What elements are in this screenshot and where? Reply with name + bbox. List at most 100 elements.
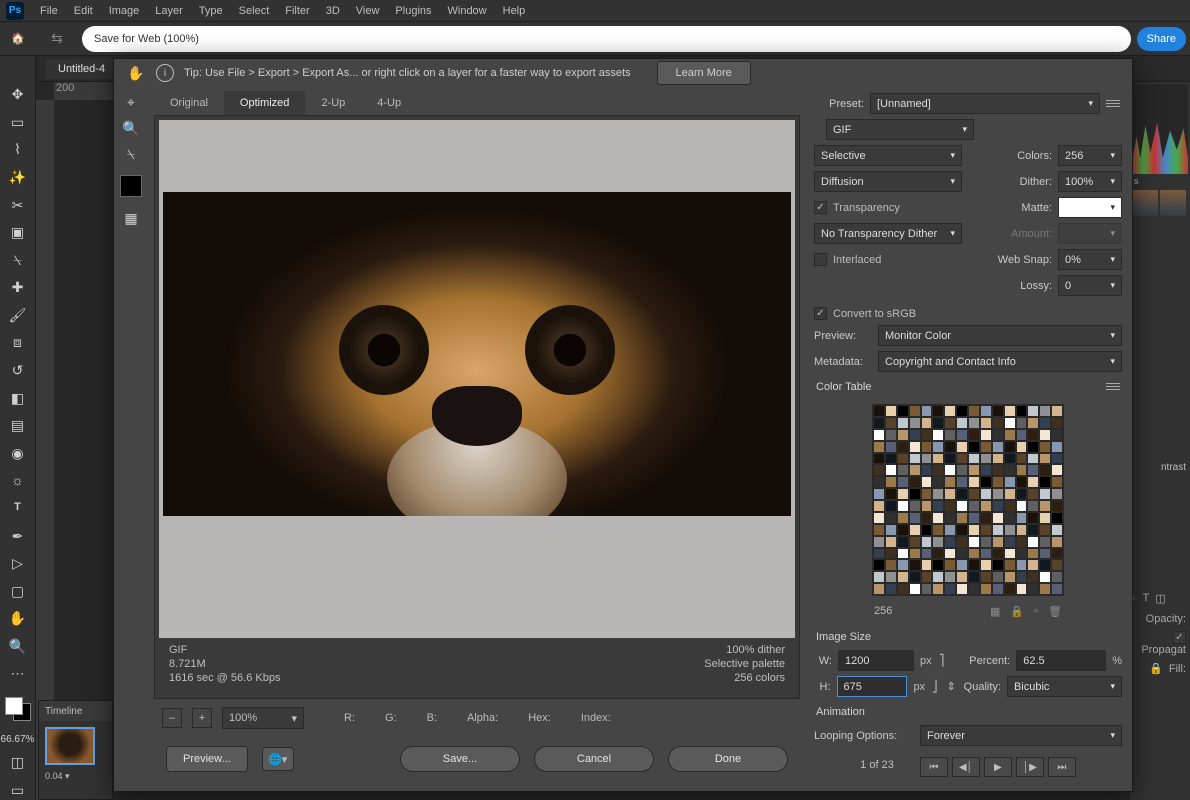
heal-tool-icon[interactable]: ✚	[6, 277, 30, 298]
stamp-tool-icon[interactable]: ⧈	[6, 332, 30, 353]
transparency-checkbox[interactable]: ✓	[814, 201, 827, 214]
slice-tool-icon[interactable]: ⌖	[120, 91, 142, 113]
preset-select[interactable]: [Unnamed]▾	[870, 93, 1100, 114]
frame-tool-icon[interactable]: ▣	[6, 222, 30, 243]
preview-tab-4-up[interactable]: 4-Up	[361, 91, 417, 115]
panel-menu-icon[interactable]	[1106, 98, 1122, 110]
type-tool-icon[interactable]: T	[6, 498, 30, 519]
zoom-in-icon[interactable]: +	[192, 708, 212, 728]
prev-frame-icon[interactable]: ◀│	[952, 757, 980, 777]
colors-select[interactable]: 256▾	[1058, 145, 1122, 166]
mask-icon[interactable]: ◫	[1155, 592, 1165, 605]
zoom-out-icon[interactable]: –	[162, 708, 182, 728]
preview-button[interactable]: Preview...	[166, 746, 248, 772]
quickmask-icon[interactable]: ◫	[6, 752, 30, 773]
zoom-tool-icon[interactable]: 🔍	[6, 636, 30, 657]
interlaced-checkbox[interactable]	[814, 253, 827, 266]
menu-window[interactable]: Window	[440, 2, 495, 20]
menu-select[interactable]: Select	[231, 2, 278, 20]
preview-tab-optimized[interactable]: Optimized	[224, 91, 306, 115]
menu-image[interactable]: Image	[101, 2, 148, 20]
trash-icon[interactable]: 🗑	[1048, 605, 1062, 618]
wand-tool-icon[interactable]: ✨	[6, 167, 30, 188]
zoom-select[interactable]: 100%▾	[222, 707, 304, 729]
frame-duration[interactable]: 0.04 ▾	[39, 771, 112, 782]
hand-tool-icon[interactable]: ✋	[6, 608, 30, 629]
browser-preview-icon[interactable]: 🌐▾	[262, 747, 294, 771]
preview-canvas[interactable]	[159, 120, 795, 638]
snap-web-icon[interactable]: ▦	[990, 605, 1000, 618]
websnap-select[interactable]: 0%▾	[1058, 249, 1122, 270]
format-select[interactable]: GIF▾	[826, 119, 974, 140]
menu-filter[interactable]: Filter	[277, 2, 317, 20]
type-icon[interactable]: T	[1143, 592, 1150, 605]
percent-input[interactable]: 62.5	[1016, 650, 1106, 671]
move-tool-icon[interactable]: ✥	[6, 84, 30, 105]
lock-icon[interactable]: 🔒	[1149, 663, 1163, 675]
marquee-tool-icon[interactable]: ▭	[6, 112, 30, 133]
learn-more-button[interactable]: Learn More	[657, 61, 751, 85]
screenmode-icon[interactable]: ▭	[6, 780, 30, 800]
menu-edit[interactable]: Edit	[66, 2, 101, 20]
srgb-checkbox[interactable]: ✓	[814, 307, 827, 320]
history-brush-icon[interactable]: ↺	[6, 360, 30, 381]
menu-help[interactable]: Help	[495, 2, 534, 20]
first-frame-icon[interactable]: ⏮	[920, 757, 948, 777]
document-tab[interactable]: Untitled-4	[46, 59, 117, 79]
thumb[interactable]	[1132, 190, 1158, 216]
blur-tool-icon[interactable]: ◉	[6, 443, 30, 464]
cancel-button[interactable]: Cancel	[534, 746, 654, 772]
shape-tool-icon[interactable]: ▢	[6, 580, 30, 601]
done-button[interactable]: Done	[668, 746, 788, 772]
lossy-select[interactable]: 0▾	[1058, 275, 1122, 296]
quality-select[interactable]: Bicubic▾	[1007, 676, 1122, 697]
menu-type[interactable]: Type	[191, 2, 231, 20]
eyedropper-tool-icon[interactable]: ⍀	[6, 249, 30, 270]
brush-tool-icon[interactable]: 🖌	[6, 305, 30, 326]
share-button[interactable]: Share	[1137, 27, 1186, 51]
menu-3d[interactable]: 3D	[318, 2, 348, 20]
dither-method-select[interactable]: Diffusion▾	[814, 171, 962, 192]
edit-toolbar-icon[interactable]: ⋯	[6, 663, 30, 684]
timeline-frame[interactable]	[45, 727, 95, 765]
workspace-icon[interactable]: ⇆	[36, 30, 78, 47]
dither-select[interactable]: 100%▾	[1058, 171, 1122, 192]
eraser-tool-icon[interactable]: ◧	[6, 387, 30, 408]
save-button[interactable]: Save...	[400, 746, 520, 772]
gradient-tool-icon[interactable]: ▤	[6, 415, 30, 436]
preview-profile-select[interactable]: Monitor Color▾	[878, 325, 1122, 346]
loop-select[interactable]: Forever▾	[920, 725, 1122, 746]
play-icon[interactable]: ▶	[984, 757, 1012, 777]
metadata-select[interactable]: Copyright and Contact Info▾	[878, 351, 1122, 372]
eyedropper-icon[interactable]: ⍀	[120, 143, 142, 165]
pen-tool-icon[interactable]: ✒	[6, 525, 30, 546]
hand-icon[interactable]: ✋	[126, 63, 146, 83]
menu-layer[interactable]: Layer	[147, 2, 191, 20]
preview-tab-2-up[interactable]: 2-Up	[305, 91, 361, 115]
width-input[interactable]: 1200	[838, 650, 914, 671]
preview-tab-original[interactable]: Original	[154, 91, 224, 115]
slice-visibility-icon[interactable]: ▦	[120, 207, 142, 229]
transp-dither-select[interactable]: No Transparency Dither▾	[814, 223, 962, 244]
lasso-tool-icon[interactable]: ⌇	[6, 139, 30, 160]
crop-tool-icon[interactable]: ✂	[6, 194, 30, 215]
zoom-tool-icon[interactable]: 🔍	[120, 117, 142, 139]
new-color-icon[interactable]: ▫	[1034, 605, 1038, 618]
home-icon[interactable]: 🏠	[0, 32, 36, 45]
reduction-select[interactable]: Selective▾	[814, 145, 962, 166]
dodge-tool-icon[interactable]: ☼	[6, 470, 30, 491]
lock-color-icon[interactable]: 🔒	[1010, 605, 1024, 618]
height-input[interactable]: 675	[837, 676, 908, 697]
constrain-icon[interactable]: ⇕	[946, 680, 955, 693]
menu-view[interactable]: View	[348, 2, 388, 20]
menu-plugins[interactable]: Plugins	[387, 2, 439, 20]
path-select-icon[interactable]: ▷	[6, 553, 30, 574]
color-table[interactable]	[872, 404, 1064, 596]
search-field[interactable]: Save for Web (100%)	[82, 26, 1131, 52]
matte-select[interactable]: ▾	[1058, 197, 1122, 218]
color-swatches[interactable]	[5, 697, 31, 721]
thumb[interactable]	[1160, 190, 1186, 216]
next-frame-icon[interactable]: │▶	[1016, 757, 1044, 777]
menu-file[interactable]: File	[32, 2, 66, 20]
last-frame-icon[interactable]: ⏭	[1048, 757, 1076, 777]
